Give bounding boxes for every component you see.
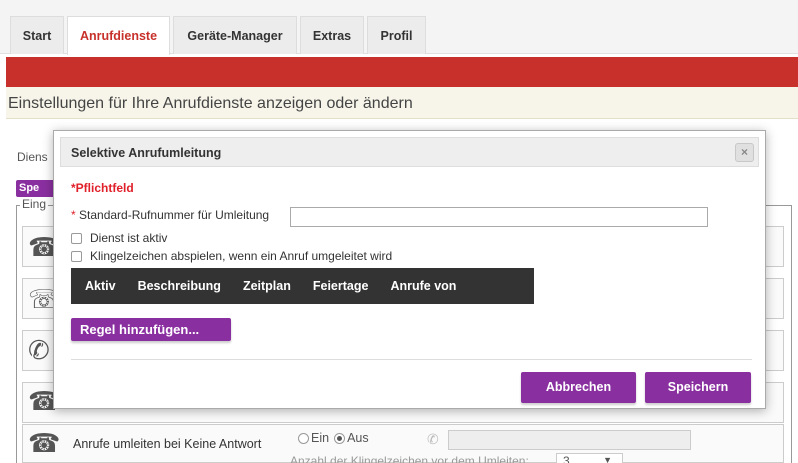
ring-tone-label: Klingelzeichen abspielen, wenn ein Anruf… <box>90 249 393 263</box>
forward-no-answer-icon: ☎ <box>28 428 61 458</box>
close-button[interactable]: × <box>735 143 754 162</box>
incoming-legend: Eing <box>20 197 49 211</box>
required-star: * <box>71 208 76 222</box>
default-number-input[interactable] <box>290 207 708 227</box>
dienst-label: Diens <box>17 150 48 164</box>
default-number-label: * Standard-Rufnummer für Umleitung <box>71 208 269 222</box>
handset-icon: ✆ <box>28 335 50 365</box>
required-note: *Pflichtfeld <box>71 181 134 195</box>
tab-extras[interactable]: Extras <box>300 16 364 54</box>
tab-anrufdienste[interactable]: Anrufdienste <box>67 16 170 55</box>
dialog-header: Selektive Anrufumleitung × <box>60 137 759 167</box>
ring-count-label: Anzahl der Klingelzeichen vor dem Umleit… <box>290 454 529 463</box>
ring-count-value: 3 <box>563 454 570 463</box>
dialog-title: Selektive Anrufumleitung <box>71 146 222 160</box>
radio-off[interactable] <box>334 432 346 444</box>
column-zeitplan[interactable]: Zeitplan <box>243 279 291 293</box>
cancel-button[interactable]: Abbrechen <box>521 372 636 403</box>
tab-geraete-manager[interactable]: Geräte-Manager <box>173 16 297 54</box>
page-description: Einstellungen für Ihre Anrufdienste anze… <box>6 87 798 119</box>
radio-on[interactable] <box>298 432 309 444</box>
selective-forwarding-dialog: Selektive Anrufumleitung × *Pflichtfeld … <box>53 130 766 409</box>
rules-table-header: Aktiv Beschreibung Zeitplan Feiertage An… <box>71 268 534 304</box>
service-active-label: Dienst ist aktiv <box>90 231 168 245</box>
tab-start[interactable]: Start <box>10 16 64 54</box>
radio-off-label: Aus <box>347 431 369 445</box>
chevron-down-icon: ▼ <box>603 455 612 463</box>
ring-tone-checkbox[interactable] <box>71 250 82 262</box>
close-icon: × <box>740 145 748 159</box>
add-rule-button[interactable]: Regel hinzufügen... <box>71 318 231 341</box>
radio-on-label: Ein <box>311 431 330 445</box>
default-number-label-text: Standard-Rufnummer für Umleitung <box>79 208 270 222</box>
ring-tone-row: Klingelzeichen abspielen, wenn ein Anruf… <box>71 249 392 263</box>
forward-no-answer-label: Anrufe umleiten bei Keine Antwort <box>73 437 262 451</box>
header-red-bar <box>6 57 798 87</box>
service-active-checkbox[interactable] <box>71 232 82 244</box>
phone-icon: ✆ <box>427 431 439 447</box>
on-off-radio-group: Ein Aus <box>298 431 369 445</box>
ring-count-select[interactable]: 3 ▼ <box>556 453 623 463</box>
tab-profil[interactable]: Profil <box>367 16 426 54</box>
column-anrufe-von[interactable]: Anrufe von <box>390 279 456 293</box>
save-button[interactable]: Speichern <box>645 372 751 403</box>
column-beschreibung[interactable]: Beschreibung <box>138 279 221 293</box>
top-tab-bar: Start Anrufdienste Geräte-Manager Extras… <box>0 0 798 55</box>
dialog-divider <box>71 359 752 360</box>
special-button[interactable]: Spe <box>16 180 56 197</box>
forward-number-input[interactable] <box>448 430 691 450</box>
column-aktiv[interactable]: Aktiv <box>85 279 116 293</box>
service-active-row: Dienst ist aktiv <box>71 231 167 245</box>
column-feiertage[interactable]: Feiertage <box>313 279 369 293</box>
